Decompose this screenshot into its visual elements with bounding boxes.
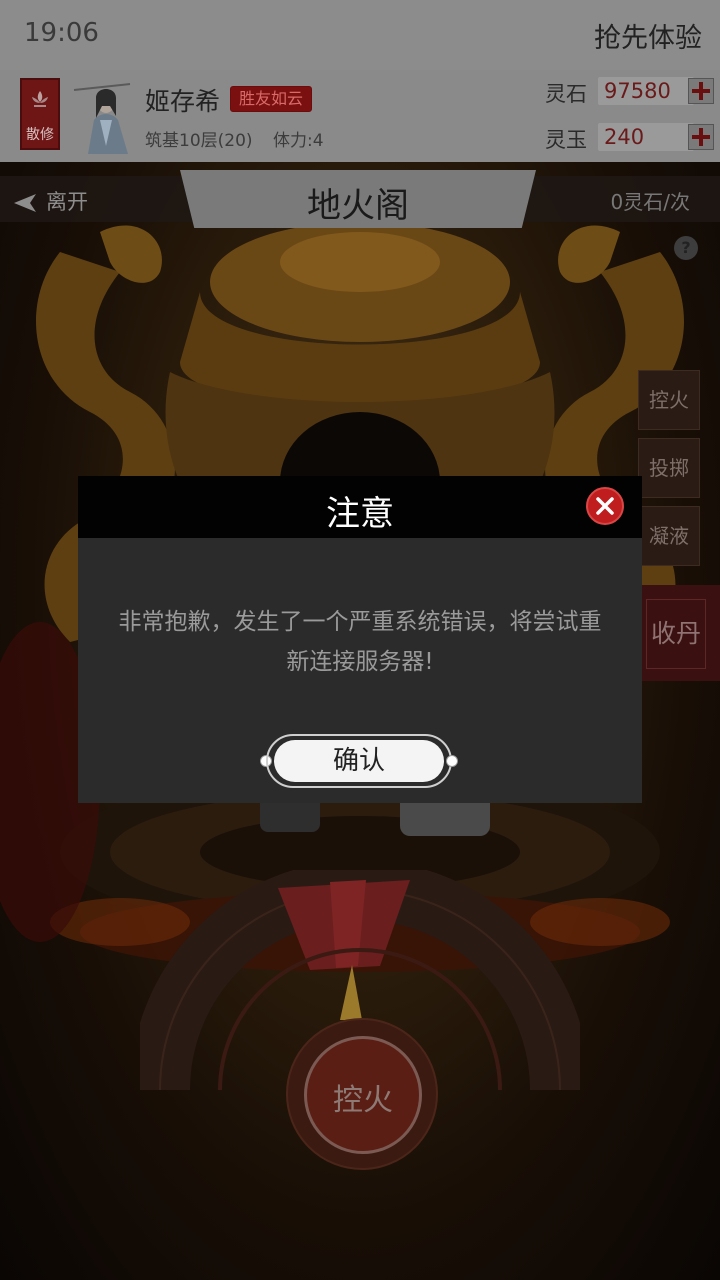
side-button-throw[interactable]: 投掷 [638, 438, 700, 498]
side-button-fire-control[interactable]: 控火 [638, 370, 700, 430]
leave-label: 离开 [46, 190, 88, 214]
sect-badge[interactable]: 散修 [20, 78, 60, 150]
dialog-title: 注意 [326, 494, 394, 534]
close-icon [596, 497, 614, 515]
confirm-label: 确认 [274, 740, 444, 782]
back-arrow-icon [14, 194, 36, 212]
error-dialog: 注意 非常抱歉，发生了一个严重系统错误，将尝试重新连接服务器! 确认 [78, 476, 642, 803]
spirit-jade-value: 240 [598, 123, 694, 151]
player-title-badge: 胜友如云 [230, 86, 313, 112]
scene-title: 地火阁 [307, 186, 409, 226]
dial-needle [340, 965, 362, 1020]
status-bar: 19:06 抢先体验 [0, 0, 720, 70]
player-header: 散修 姬存希 胜友如云 筑基10层(20) 体力:4 灵石 97580 灵玉 2… [0, 70, 720, 162]
side-button-condense[interactable]: 凝液 [638, 506, 700, 566]
dialog-header: 注意 [78, 476, 642, 538]
plus-icon [692, 82, 710, 100]
scene-title-tab: 地火阁 [180, 170, 536, 228]
sect-badge-label: 散修 [26, 127, 54, 143]
help-icon[interactable]: ? [674, 236, 698, 260]
fire-control-label: 控火 [333, 1083, 393, 1118]
spirit-stone-value: 97580 [598, 77, 694, 105]
spirit-stone-label: 灵石 [545, 82, 587, 106]
fire-control-button-inner: 控火 [304, 1036, 422, 1154]
collect-pill-button[interactable]: 收丹 [646, 599, 706, 669]
fire-control-button[interactable]: 控火 [286, 1018, 438, 1170]
player-level: 筑基10层(20) [145, 131, 253, 151]
dialog-message: 非常抱歉，发生了一个严重系统错误，将尝试重新连接服务器! [118, 609, 602, 675]
early-access-link[interactable]: 抢先体验 [594, 16, 702, 55]
player-name: 姬存希 [145, 87, 221, 116]
collect-pill-panel: 收丹 [640, 585, 720, 681]
confirm-button[interactable]: 确认 [260, 734, 458, 788]
spirit-jade-label: 灵玉 [545, 128, 587, 152]
close-button[interactable] [586, 487, 624, 525]
leave-button[interactable]: 离开 [12, 186, 88, 216]
clock: 19:06 [24, 18, 99, 48]
cost-per-use: 0灵石/次 [610, 190, 690, 214]
avatar[interactable] [70, 76, 140, 154]
add-spirit-stone-button[interactable] [688, 78, 714, 104]
lotus-icon [32, 91, 48, 107]
confirm-right-dot [446, 755, 458, 767]
plus-icon [692, 128, 710, 146]
player-stamina: 体力:4 [273, 131, 324, 151]
add-spirit-jade-button[interactable] [688, 124, 714, 150]
